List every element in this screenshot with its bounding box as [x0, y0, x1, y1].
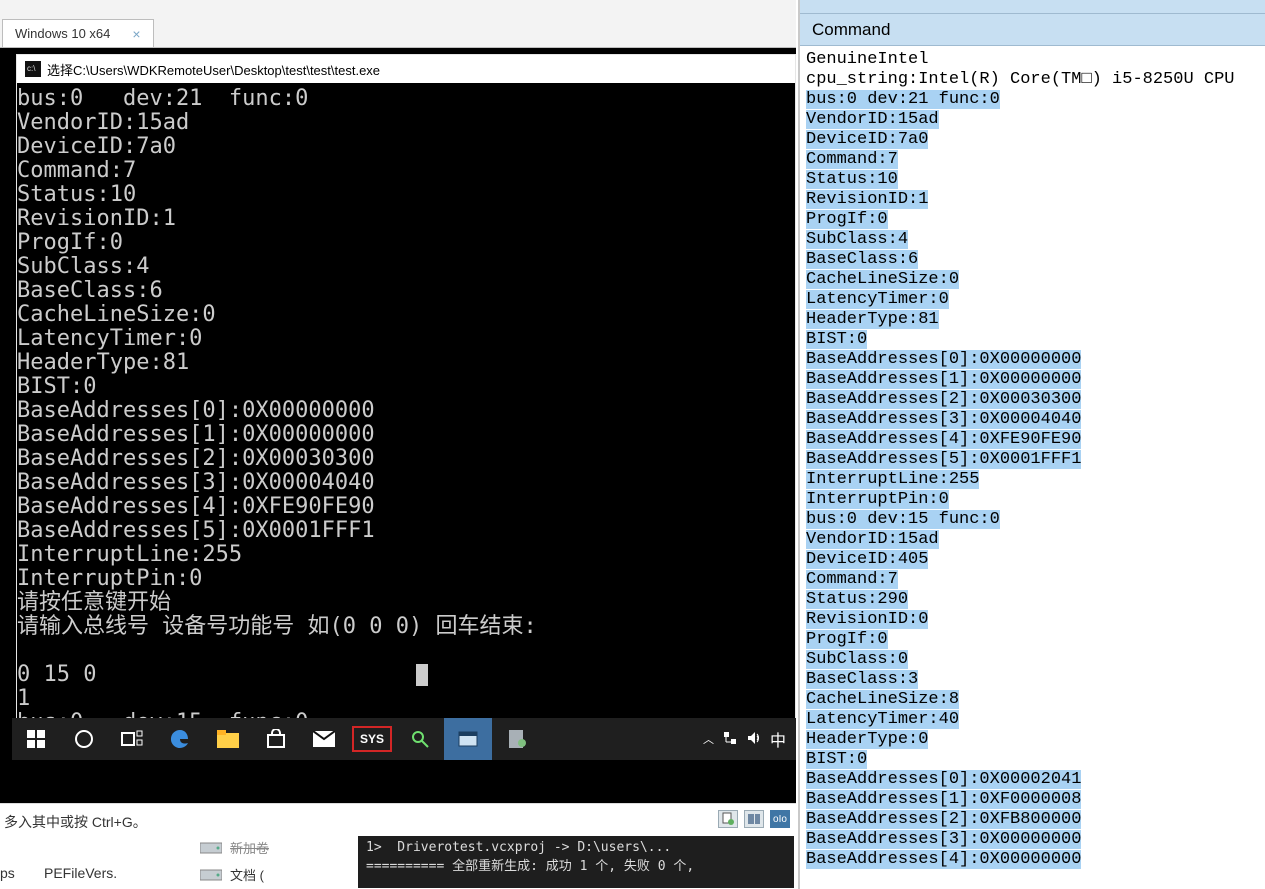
- vm-pane: Windows 10 x64 × c:\ 选择C:\Users\WDKRemot…: [0, 0, 796, 889]
- debugger-line[interactable]: Status:10: [806, 170, 898, 189]
- console-input-line[interactable]: 0 15 0: [17, 663, 96, 687]
- debugger-line[interactable]: Command:7: [806, 150, 898, 169]
- cmd-icon: c:\: [25, 61, 41, 77]
- debugger-line[interactable]: CacheLineSize:0: [806, 270, 959, 289]
- debugger-output[interactable]: GenuineIntelcpu_string:Intel(R) Core(TM□…: [800, 46, 1265, 870]
- vm-tabbar: Windows 10 x64 ×: [0, 0, 796, 48]
- debugger-line[interactable]: HeaderType:0: [806, 730, 928, 749]
- debugger-line[interactable]: BaseAddresses[3]:0X00004040: [806, 410, 1081, 429]
- debugger-line[interactable]: VendorID:15ad: [806, 110, 939, 129]
- io-status-icon[interactable]: oIo: [770, 810, 790, 828]
- vm-desktop: c:\ 选择C:\Users\WDKRemoteUser\Desktop\tes…: [0, 48, 796, 804]
- system-tray[interactable]: ︿ 中: [703, 727, 796, 751]
- host-strip: 多入其中或按 Ctrl+G。 oIo ps PEFileVers. 新加卷 文档…: [0, 803, 796, 889]
- cortana-icon[interactable]: [60, 718, 108, 760]
- debugger-line: cpu_string:Intel(R) Core(TM□) i5-8250U C…: [806, 70, 1265, 90]
- debugger-line[interactable]: BaseClass:6: [806, 250, 918, 269]
- drive-label: 新加卷: [230, 838, 269, 857]
- sys-app-icon[interactable]: SYS: [348, 718, 396, 760]
- debugger-line[interactable]: SubClass:4: [806, 230, 908, 249]
- vm-tab[interactable]: Windows 10 x64 ×: [2, 19, 154, 47]
- file-explorer-icon[interactable]: [204, 718, 252, 760]
- debugger-line[interactable]: DeviceID:7a0: [806, 130, 928, 149]
- vm-taskbar: SYS ︿ 中: [12, 718, 796, 760]
- debugger-line[interactable]: BaseAddresses[4]:0X00000000: [806, 850, 1081, 869]
- edge-icon[interactable]: [156, 718, 204, 760]
- console-window[interactable]: c:\ 选择C:\Users\WDKRemoteUser\Desktop\tes…: [16, 54, 796, 734]
- console-title: 选择C:\Users\WDKRemoteUser\Desktop\test\te…: [47, 60, 380, 79]
- debugger-line[interactable]: RevisionID:0: [806, 610, 928, 629]
- debugger-line[interactable]: BaseAddresses[3]:0X00000000: [806, 830, 1081, 849]
- debugger-line[interactable]: SubClass:0: [806, 650, 908, 669]
- task-view-icon[interactable]: [108, 718, 156, 760]
- debugger-line[interactable]: BaseAddresses[0]:0X00000000: [806, 350, 1081, 369]
- start-button[interactable]: [12, 718, 60, 760]
- debugger-title: Command: [812, 20, 890, 40]
- debugger-line[interactable]: ProgIf:0: [806, 210, 888, 229]
- debugger-line[interactable]: Status:290: [806, 590, 908, 609]
- debugger-line[interactable]: HeaderType:81: [806, 310, 939, 329]
- debugger-line[interactable]: BIST:0: [806, 330, 867, 349]
- console-body[interactable]: bus:0 dev:21 func:0 VendorID:15ad Device…: [17, 83, 795, 735]
- store-icon[interactable]: [252, 718, 300, 760]
- list-item[interactable]: 新加卷: [200, 834, 269, 861]
- doc-copy-icon[interactable]: [718, 810, 738, 828]
- magnifier-icon[interactable]: [396, 718, 444, 760]
- debugger-line[interactable]: DeviceID:405: [806, 550, 928, 569]
- debugger-line[interactable]: BaseAddresses[2]:0X00030300: [806, 390, 1081, 409]
- build-output[interactable]: 1> Driverotest.vcxproj -> D:\users\... =…: [358, 836, 794, 888]
- console-titlebar[interactable]: c:\ 选择C:\Users\WDKRemoteUser\Desktop\tes…: [17, 55, 795, 83]
- debugger-line[interactable]: BaseAddresses[4]:0XFE90FE90: [806, 430, 1081, 449]
- debugger-line[interactable]: BaseAddresses[1]:0XF0000008: [806, 790, 1081, 809]
- debugger-line[interactable]: Command:7: [806, 570, 898, 589]
- svg-text:c:\: c:\: [27, 64, 36, 73]
- debugger-line[interactable]: BaseAddresses[2]:0XFB800000: [806, 810, 1081, 829]
- host-left-button-0[interactable]: ps: [0, 865, 15, 881]
- drive-label: 文档 (: [230, 865, 264, 884]
- debugger-line[interactable]: ProgIf:0: [806, 630, 888, 649]
- close-icon[interactable]: ×: [132, 26, 140, 42]
- debugger-border: [800, 0, 1265, 14]
- debugger-line[interactable]: bus:0 dev:15 func:0: [806, 510, 1000, 529]
- host-left-button[interactable]: PEFileVers.: [44, 865, 117, 881]
- mail-icon[interactable]: [300, 718, 348, 760]
- debugger-line[interactable]: BaseAddresses[0]:0X00002041: [806, 770, 1081, 789]
- debugger-line[interactable]: BaseAddresses[1]:0X00000000: [806, 370, 1081, 389]
- debugger-command-pane: Command GenuineIntelcpu_string:Intel(R) …: [798, 0, 1265, 889]
- server-icon[interactable]: [492, 718, 540, 760]
- tray-overflow-icon[interactable]: ︿: [703, 731, 714, 747]
- debugger-line[interactable]: LatencyTimer:0: [806, 290, 949, 309]
- volume-icon[interactable]: [746, 730, 762, 749]
- debugger-line[interactable]: RevisionID:1: [806, 190, 928, 209]
- window-app-icon[interactable]: [444, 718, 492, 760]
- debugger-line[interactable]: BaseClass:3: [806, 670, 918, 689]
- debugger-titlebar[interactable]: Command: [800, 14, 1265, 46]
- debugger-line[interactable]: BaseAddresses[5]:0X0001FFF1: [806, 450, 1081, 469]
- vm-tab-label: Windows 10 x64: [15, 26, 110, 41]
- debugger-line[interactable]: BIST:0: [806, 750, 867, 769]
- network-icon[interactable]: [722, 730, 738, 749]
- host-search-hint: 多入其中或按 Ctrl+G。: [4, 812, 147, 832]
- debugger-line[interactable]: bus:0 dev:21 func:0: [806, 90, 1000, 109]
- debugger-line[interactable]: VendorID:15ad: [806, 530, 939, 549]
- debugger-line[interactable]: LatencyTimer:40: [806, 710, 959, 729]
- debugger-line: GenuineIntel: [806, 50, 1265, 70]
- server-status-icon[interactable]: [744, 810, 764, 828]
- drive-list: 新加卷 文档 (: [200, 834, 269, 888]
- host-status-icons: oIo: [718, 810, 790, 828]
- debugger-line[interactable]: InterruptPin:0: [806, 490, 949, 509]
- cursor-icon: [416, 664, 428, 686]
- list-item[interactable]: 文档 (: [200, 861, 269, 888]
- ime-indicator[interactable]: 中: [770, 727, 786, 751]
- debugger-line[interactable]: InterruptLine:255: [806, 470, 979, 489]
- debugger-line[interactable]: CacheLineSize:8: [806, 690, 959, 709]
